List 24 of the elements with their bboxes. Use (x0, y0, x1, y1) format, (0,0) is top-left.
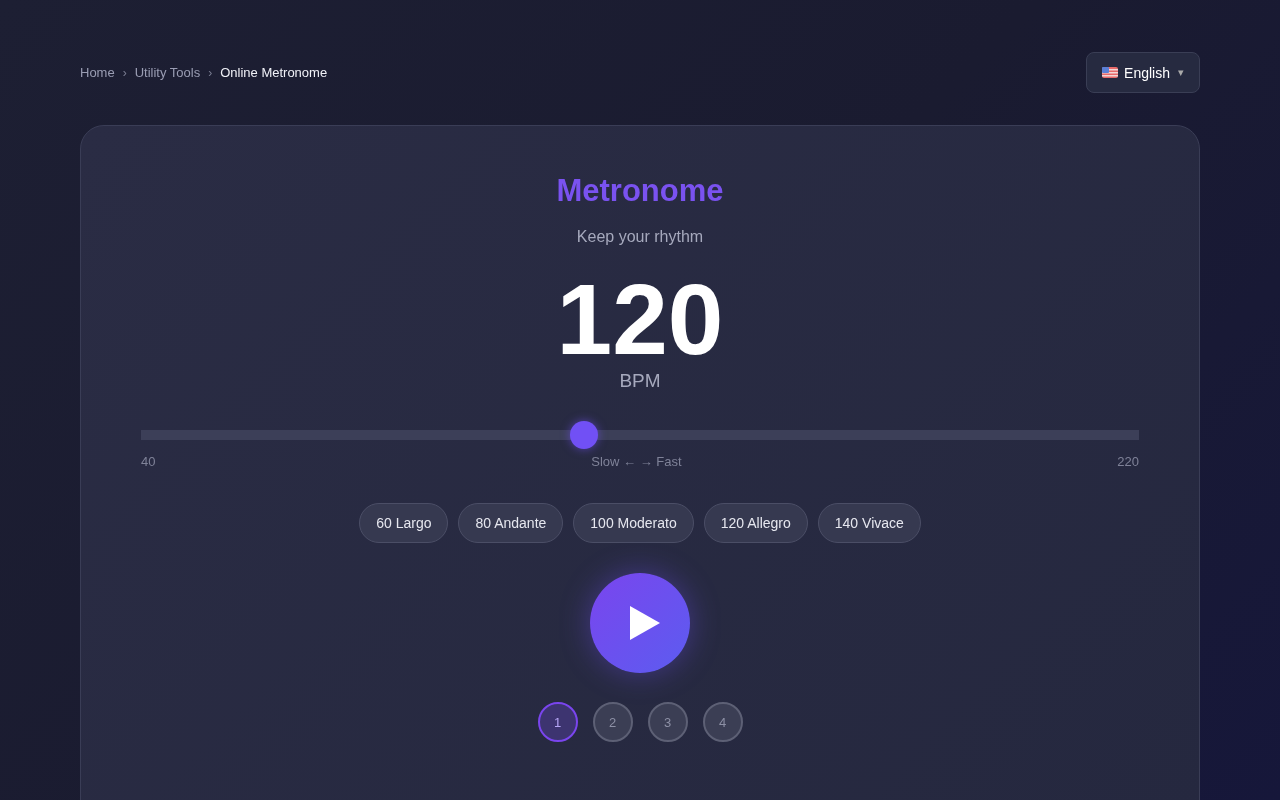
beat-indicator: 1 (537, 702, 578, 742)
tempo-preset-button[interactable]: 80 Andante (458, 503, 564, 543)
beat-indicator: 3 (647, 702, 688, 742)
breadcrumb-separator: › (122, 65, 127, 80)
slider-min-label: 40 (141, 454, 156, 469)
tempo-preset-button[interactable]: 100 Moderato (573, 503, 694, 543)
breadcrumb-separator: › (208, 65, 213, 80)
breadcrumb-link[interactable]: Home (80, 65, 115, 80)
beat-indicator: 4 (702, 702, 743, 742)
play-icon (628, 606, 660, 640)
slider-max-label: 220 (1117, 454, 1139, 469)
beat-indicator: 2 (592, 702, 633, 742)
subtitle: Keep your rhythm (576, 228, 704, 246)
play-button[interactable] (590, 573, 690, 673)
breadcrumb-link[interactable]: Utility Tools (134, 65, 201, 80)
slider-thumb[interactable] (570, 421, 599, 449)
tempo-preset-button[interactable]: 120 Allegro (703, 503, 808, 543)
tempo-preset-button[interactable]: 60 Largo (359, 503, 449, 543)
current-page-label: Online Metronome (220, 65, 328, 80)
language-selector[interactable]: English ▾ (1086, 52, 1200, 93)
flag-icon (1102, 67, 1119, 78)
tempo-preset-button[interactable]: 140 Vivace (817, 503, 921, 543)
slider-hint: Slow ← → Fast (591, 454, 682, 469)
title: Metronome (556, 172, 724, 210)
